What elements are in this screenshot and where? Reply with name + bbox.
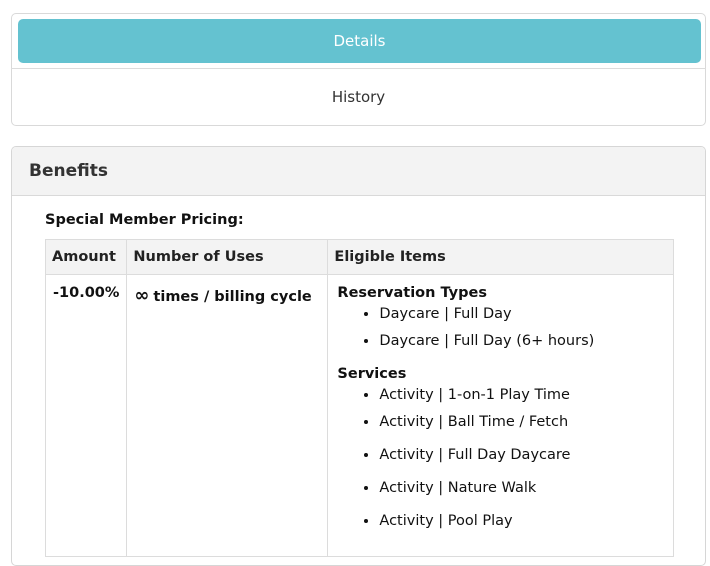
uses-value: ∞ times / billing cycle (134, 285, 312, 306)
services-list: Activity | 1-on-1 Play Time Activity | B… (335, 384, 666, 538)
list-item: Daycare | Full Day (6+ hours) (379, 325, 666, 358)
infinity-icon: ∞ (134, 285, 150, 306)
tab-details[interactable]: Details (18, 19, 701, 63)
column-header-uses: Number of Uses (126, 239, 329, 275)
amount-value: -10.00% (53, 285, 120, 301)
tab-history[interactable]: History (11, 69, 706, 125)
list-item: Activity | Nature Walk (379, 472, 666, 505)
eligible-items-cell: Reservation Types Daycare | Full Day Day… (327, 274, 674, 557)
benefits-panel: Benefits Special Member Pricing: Amount … (11, 146, 706, 566)
uses-cell: ∞ times / billing cycle (126, 274, 329, 557)
list-item: Activity | Full Day Daycare (379, 439, 666, 472)
table-header-row: Amount Number of Uses Eligible Items (44, 239, 674, 275)
list-item: Activity | Ball Time / Fetch (379, 406, 666, 439)
list-item: Activity | Pool Play (379, 505, 666, 538)
group-title-reservation-types: Reservation Types (337, 285, 487, 301)
column-header-eligible-items: Eligible Items (327, 239, 674, 275)
group-title-services: Services (337, 366, 407, 382)
column-header-amount: Amount (44, 239, 128, 275)
uses-text: times / billing cycle (153, 289, 312, 305)
reservation-types-list: Daycare | Full Day Daycare | Full Day (6… (335, 303, 666, 358)
amount-cell: -10.00% (44, 274, 128, 557)
list-item: Daycare | Full Day (379, 303, 666, 325)
list-item: Activity | 1-on-1 Play Time (379, 384, 666, 406)
panel-title: Benefits (12, 147, 705, 196)
table-row: -10.00% ∞ times / billing cycle Reservati… (44, 274, 674, 557)
section-title: Special Member Pricing: (45, 212, 244, 228)
benefits-table: Amount Number of Uses Eligible Items -10… (44, 239, 674, 557)
